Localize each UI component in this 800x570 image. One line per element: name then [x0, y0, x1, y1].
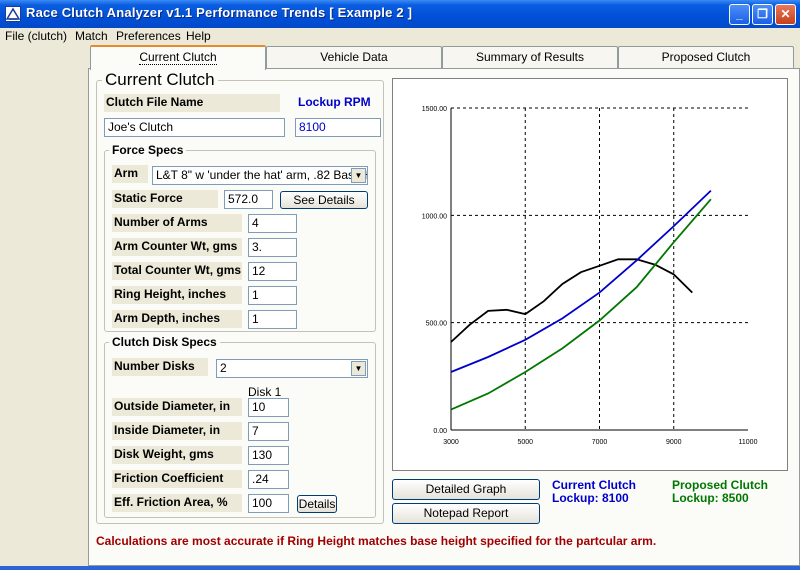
arm-label: Arm: [112, 165, 148, 183]
chart-svg: 3000 5000 7000 9000 11000 0.00 500.00 1000.00 15…: [422, 106, 758, 446]
friction-coefficient-input[interactable]: .24: [248, 470, 289, 489]
legend-current-lockup: Lockup: 8100: [552, 491, 629, 505]
lockup-rpm-input[interactable]: 8100: [295, 118, 381, 137]
eff-friction-area-label: Eff. Friction Area, %: [112, 494, 242, 512]
force-chart: 3000 5000 7000 9000 11000 0.00 500.00 1000.00 15…: [392, 78, 788, 471]
tab-proposed-clutch[interactable]: Proposed Clutch: [618, 46, 794, 68]
force-specs-title: Force Specs: [109, 143, 187, 157]
number-disks-value: 2: [220, 361, 227, 375]
y-tick-label: 0.00: [433, 428, 447, 435]
menu-help[interactable]: Help: [186, 29, 211, 43]
restore-icon: ❐: [757, 7, 768, 21]
total-counter-wt-label: Total Counter Wt, gms: [112, 262, 242, 280]
y-tick-label: 1500.00: [422, 106, 447, 113]
close-button[interactable]: ✕: [775, 4, 796, 25]
tab-summary-of-results[interactable]: Summary of Results: [442, 46, 618, 68]
menu-file[interactable]: File (clutch): [5, 29, 67, 43]
static-force-label: Static Force: [112, 190, 218, 208]
menu-match[interactable]: Match: [75, 29, 108, 43]
outside-diameter-input[interactable]: 10: [248, 398, 289, 417]
number-of-arms-input[interactable]: 4: [248, 214, 297, 233]
see-details-button[interactable]: See Details: [280, 191, 368, 209]
legend-proposed-clutch: Proposed Clutch Lockup: 8500: [672, 479, 768, 505]
x-tick-label: 7000: [592, 439, 608, 446]
chevron-down-icon[interactable]: ▼: [351, 168, 366, 183]
tab-vehicle-data[interactable]: Vehicle Data: [266, 46, 442, 68]
disk-1-header: Disk 1: [248, 385, 282, 399]
detailed-graph-button[interactable]: Detailed Graph: [392, 479, 540, 500]
ring-height-input[interactable]: 1: [248, 286, 297, 305]
arm-counter-wt-label: Arm Counter Wt, gms: [112, 238, 242, 256]
window-title: Race Clutch Analyzer v1.1 Performance Tr…: [26, 5, 413, 20]
x-tick-label: 11000: [739, 439, 758, 446]
close-icon: ✕: [780, 7, 791, 21]
app-icon: [5, 6, 21, 22]
clutch-file-name-label: Clutch File Name: [104, 94, 280, 112]
number-disks-label: Number Disks: [112, 358, 208, 376]
outside-diameter-label: Outside Diameter, in: [112, 398, 242, 416]
legend-proposed-lockup: Lockup: 8500: [672, 491, 749, 505]
y-tick-label: 1000.00: [422, 213, 447, 220]
static-force-input[interactable]: 572.0: [224, 190, 273, 209]
minimize-icon: _: [736, 7, 743, 21]
arm-counter-wt-input[interactable]: 3.: [248, 238, 297, 257]
x-tick-label: 5000: [517, 439, 533, 446]
minimize-button[interactable]: _: [729, 4, 750, 25]
title-bar: Race Clutch Analyzer v1.1 Performance Tr…: [0, 0, 800, 28]
notepad-report-button[interactable]: Notepad Report: [392, 503, 540, 524]
arm-select[interactable]: L&T 8" w 'under the hat' arm, .82 Base H…: [152, 166, 368, 185]
lockup-rpm-label: Lockup RPM: [298, 95, 371, 109]
x-tick-label: 3000: [443, 439, 459, 446]
tab-current-clutch[interactable]: Current Clutch: [90, 45, 266, 70]
inside-diameter-input[interactable]: 7: [248, 422, 289, 441]
current-clutch-heading: Current Clutch: [102, 70, 218, 90]
arm-depth-input[interactable]: 1: [248, 310, 297, 329]
eff-friction-area-input[interactable]: 100: [248, 494, 289, 513]
series-line-2: [450, 198, 712, 411]
clutch-file-name-input[interactable]: Joe's Clutch: [104, 118, 285, 137]
maximize-button[interactable]: ❐: [752, 4, 773, 25]
ring-height-label: Ring Height, inches: [112, 286, 242, 304]
legend-current-clutch: Current Clutch Lockup: 8100: [552, 479, 636, 505]
y-tick-label: 500.00: [426, 321, 448, 328]
menu-bar: File (clutch) Match Preferences Help: [0, 28, 800, 46]
number-disks-select[interactable]: 2 ▼: [216, 359, 368, 378]
footer-note: Calculations are most accurate if Ring H…: [96, 534, 657, 548]
total-counter-wt-input[interactable]: 12: [248, 262, 297, 281]
taskbar-edge: [0, 566, 800, 570]
series-line-0: [450, 258, 693, 343]
details-button[interactable]: Details: [297, 495, 337, 513]
clutch-disk-specs-title: Clutch Disk Specs: [109, 335, 220, 349]
series-line-1: [450, 189, 712, 373]
friction-coefficient-label: Friction Coefficient: [112, 470, 242, 488]
x-tick-label: 9000: [666, 439, 682, 446]
menu-preferences[interactable]: Preferences: [116, 29, 181, 43]
inside-diameter-label: Inside Diameter, in: [112, 422, 242, 440]
disk-weight-label: Disk Weight, gms: [112, 446, 242, 464]
number-of-arms-label: Number of Arms: [112, 214, 242, 232]
disk-weight-input[interactable]: 130: [248, 446, 289, 465]
arm-depth-label: Arm Depth, inches: [112, 310, 242, 328]
chevron-down-icon[interactable]: ▼: [351, 361, 366, 376]
arm-select-value: L&T 8" w 'under the hat' arm, .82 Base H: [156, 168, 368, 182]
